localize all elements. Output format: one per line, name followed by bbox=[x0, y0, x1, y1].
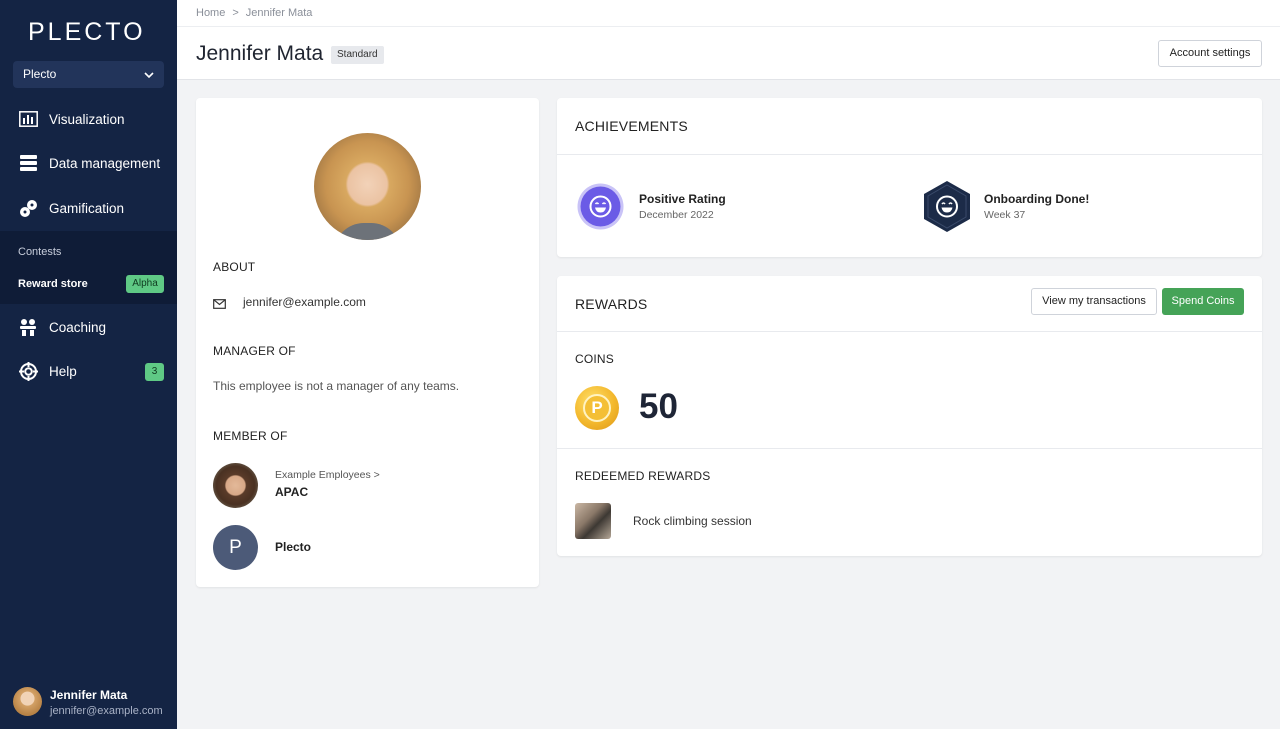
about-heading: ABOUT bbox=[213, 260, 256, 274]
nav-label-help: Help bbox=[49, 363, 77, 379]
achievement-date: Week 37 bbox=[984, 209, 1026, 221]
account-settings-button[interactable]: Account settings bbox=[1158, 40, 1262, 67]
reward-thumbnail[interactable] bbox=[575, 503, 611, 539]
organization-select-value: Plecto bbox=[23, 67, 57, 81]
profile-email[interactable]: jennifer@example.com bbox=[243, 295, 366, 309]
organization-select[interactable]: Plecto bbox=[13, 61, 164, 88]
manager-of-text: This employee is not a manager of any te… bbox=[213, 379, 460, 393]
breadcrumb-divider bbox=[177, 26, 1280, 27]
rewards-title: REWARDS bbox=[575, 296, 648, 312]
alpha-badge: Alpha bbox=[126, 275, 164, 293]
manager-of-heading: MANAGER OF bbox=[213, 344, 296, 358]
user-avatar bbox=[13, 687, 42, 716]
nav-item-coaching[interactable]: Coaching bbox=[0, 305, 177, 349]
help-count-badge: 3 bbox=[145, 363, 164, 381]
gamification-subnav bbox=[0, 231, 177, 304]
team-avatar-plecto[interactable]: P bbox=[213, 525, 258, 570]
coins-value: 50 bbox=[639, 387, 678, 426]
nav-label-data-management: Data management bbox=[49, 155, 161, 171]
user-email: jennifer@example.com bbox=[50, 705, 163, 717]
page-title: Jennifer Mata bbox=[196, 42, 324, 65]
nav-label-coaching: Coaching bbox=[49, 319, 107, 335]
coaching-icon bbox=[18, 317, 38, 337]
chevron-down-icon bbox=[143, 61, 155, 88]
database-icon bbox=[18, 153, 38, 173]
subnav-item-contests[interactable]: Contests bbox=[18, 246, 61, 258]
team-parent[interactable]: Example Employees > bbox=[275, 469, 380, 481]
rewards-divider bbox=[557, 331, 1262, 332]
breadcrumb-home[interactable]: Home bbox=[196, 7, 225, 19]
coins-heading: COINS bbox=[575, 352, 615, 366]
coin-letter: P bbox=[583, 394, 611, 422]
team-name-apac[interactable]: APAC bbox=[275, 485, 308, 499]
nav-item-visualization[interactable]: Visualization bbox=[0, 97, 177, 141]
team-avatar-apac[interactable] bbox=[213, 463, 258, 508]
achievements-title: ACHIEVEMENTS bbox=[575, 118, 688, 134]
nav-item-gamification[interactable]: Gamification bbox=[0, 186, 177, 230]
gamepad-icon bbox=[18, 198, 38, 218]
coin-icon: P bbox=[575, 386, 619, 430]
lifebuoy-icon bbox=[18, 361, 38, 381]
breadcrumb-separator: > bbox=[232, 7, 239, 19]
rewards-card: REWARDS View my transactions Spend Coins… bbox=[557, 276, 1262, 556]
tier-badge: Standard bbox=[331, 46, 384, 64]
plecto-logo[interactable]: PLECTO bbox=[28, 18, 146, 47]
nav-label-gamification: Gamification bbox=[49, 200, 125, 216]
user-name: Jennifer Mata bbox=[50, 688, 128, 702]
achievement-name: Positive Rating bbox=[639, 192, 726, 206]
coins-divider bbox=[557, 448, 1262, 449]
subnav-item-reward-store[interactable]: Reward store bbox=[18, 278, 88, 290]
positive-rating-badge-icon[interactable] bbox=[577, 183, 624, 235]
nav-label-visualization: Visualization bbox=[49, 111, 125, 127]
breadcrumb: Home > Jennifer Mata bbox=[196, 7, 312, 19]
breadcrumb-current: Jennifer Mata bbox=[245, 7, 313, 19]
spend-coins-button[interactable]: Spend Coins bbox=[1162, 288, 1244, 315]
profile-avatar bbox=[314, 133, 421, 240]
view-transactions-button[interactable]: View my transactions bbox=[1031, 288, 1157, 315]
redeemed-rewards-heading: REDEEMED REWARDS bbox=[575, 469, 711, 483]
mail-icon bbox=[213, 296, 226, 314]
achievements-divider bbox=[557, 154, 1262, 155]
achievement-date: December 2022 bbox=[639, 209, 714, 221]
bar-chart-icon bbox=[18, 109, 38, 129]
sidebar: PLECTO Plecto Visualization Data managem… bbox=[0, 0, 177, 729]
page-header: Home > Jennifer Mata Jennifer Mata Standar… bbox=[177, 0, 1280, 80]
nav-item-data-management[interactable]: Data management bbox=[0, 141, 177, 185]
onboarding-badge-icon[interactable] bbox=[922, 180, 972, 238]
member-of-heading: MEMBER OF bbox=[213, 429, 288, 443]
achievements-card: ACHIEVEMENTS Positive Rating December 20… bbox=[557, 98, 1262, 257]
achievement-name: Onboarding Done! bbox=[984, 192, 1090, 206]
team-name-plecto[interactable]: Plecto bbox=[275, 540, 311, 554]
reward-name[interactable]: Rock climbing session bbox=[633, 514, 752, 528]
profile-card: ABOUT jennifer@example.com MANAGER OF Th… bbox=[196, 98, 539, 587]
